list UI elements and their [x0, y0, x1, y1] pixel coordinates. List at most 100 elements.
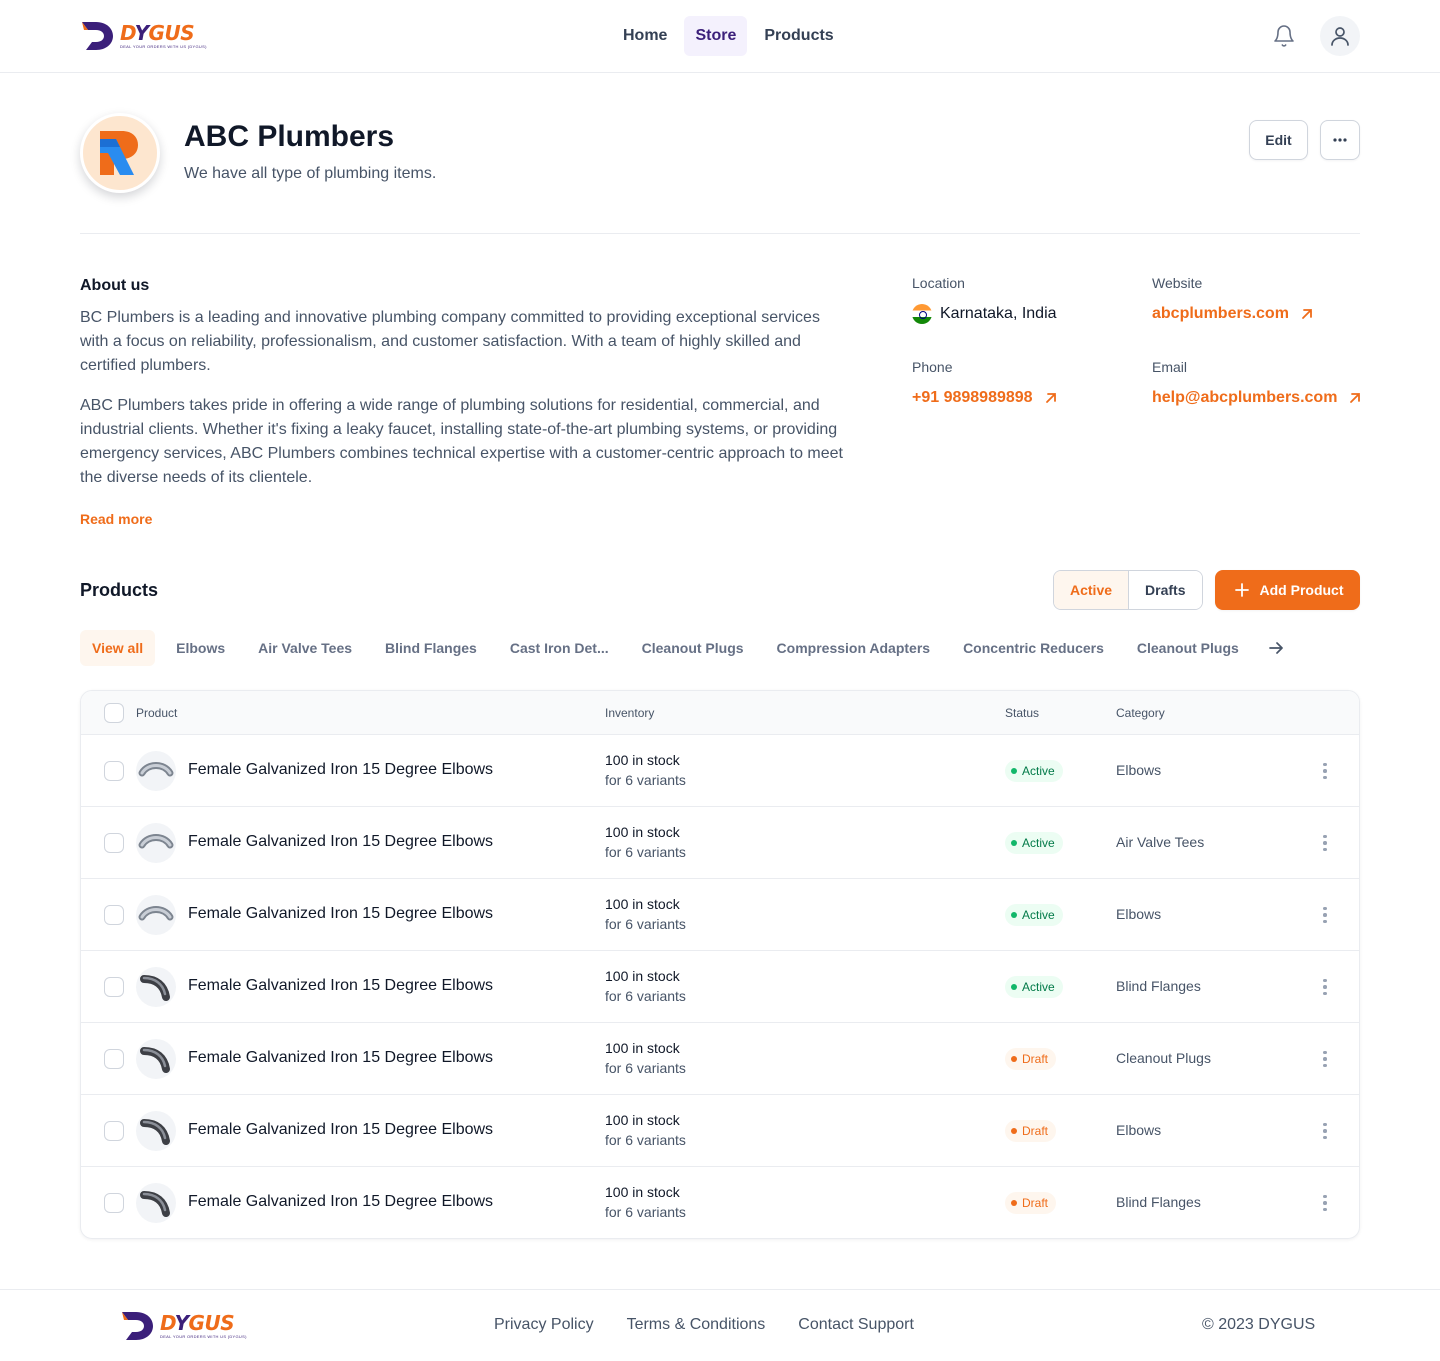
filter-cast-iron[interactable]: Cast Iron Det... — [498, 630, 621, 666]
inventory-stock: 100 in stock — [605, 752, 680, 768]
row-checkbox[interactable] — [104, 1121, 124, 1141]
nav-store[interactable]: Store — [684, 16, 748, 56]
add-product-label: Add Product — [1259, 582, 1344, 598]
location-value: Karnataka, India — [912, 304, 1057, 324]
contact-support-link[interactable]: Contact Support — [798, 1316, 914, 1334]
filter-blind-flanges[interactable]: Blind Flanges — [373, 630, 489, 666]
table-row[interactable]: Female Galvanized Iron 15 Degree Elbows 1… — [81, 807, 1359, 879]
nav-products[interactable]: Products — [753, 16, 844, 56]
website-link[interactable]: abcplumbers.com — [1152, 304, 1317, 324]
select-all-checkbox[interactable] — [104, 703, 124, 723]
privacy-policy-link[interactable]: Privacy Policy — [494, 1316, 594, 1334]
toggle-active[interactable]: Active — [1054, 571, 1130, 609]
category-cell: Elbows — [1116, 762, 1162, 778]
status-badge: Draft — [1005, 1192, 1057, 1214]
col-status: Status — [1005, 706, 1040, 720]
product-thumbnail — [136, 1039, 176, 1079]
toggle-drafts[interactable]: Drafts — [1129, 571, 1202, 609]
filter-elbows[interactable]: Elbows — [164, 630, 237, 666]
table-row[interactable]: Female Galvanized Iron 15 Degree Elbows 1… — [81, 879, 1359, 951]
col-product: Product — [136, 706, 178, 720]
bell-icon[interactable] — [1272, 24, 1296, 48]
read-more-link[interactable]: Read more — [80, 511, 152, 527]
user-avatar-button[interactable] — [1320, 16, 1360, 56]
phone-text: +91 9898989898 — [912, 389, 1033, 406]
external-link-icon — [1045, 393, 1056, 403]
inventory-stock: 100 in stock — [605, 1040, 680, 1056]
table-row[interactable]: Female Galvanized Iron 15 Degree Elbows 1… — [81, 1023, 1359, 1095]
table-row[interactable]: Female Galvanized Iron 15 Degree Elbows 1… — [81, 735, 1359, 807]
inventory-stock: 100 in stock — [605, 824, 680, 840]
footer-links: Privacy Policy Terms & Conditions Contac… — [494, 1316, 914, 1334]
product-name[interactable]: Female Galvanized Iron 15 Degree Elbows — [188, 977, 493, 995]
product-name[interactable]: Female Galvanized Iron 15 Degree Elbows — [188, 1049, 493, 1067]
store-logo-icon — [100, 131, 138, 175]
row-checkbox[interactable] — [104, 905, 124, 925]
filter-cleanout-plugs-2[interactable]: Cleanout Plugs — [1125, 630, 1251, 666]
inventory-stock: 100 in stock — [605, 1112, 680, 1128]
status-badge: Active — [1005, 976, 1063, 998]
filter-cleanout-plugs[interactable]: Cleanout Plugs — [630, 630, 756, 666]
footer-wordmark: DYGUS — [160, 1311, 235, 1335]
store-tagline: We have all type of plumbing items. — [184, 165, 437, 182]
add-product-button[interactable]: Add Product — [1215, 570, 1360, 610]
more-vertical-icon[interactable] — [1315, 977, 1335, 997]
phone-link[interactable]: +91 9898989898 — [912, 388, 1061, 408]
more-vertical-icon[interactable] — [1315, 1049, 1335, 1069]
inventory-variants: for 6 variants — [605, 1204, 686, 1220]
store-name: ABC Plumbers — [184, 120, 395, 153]
more-vertical-icon[interactable] — [1315, 833, 1335, 853]
product-name[interactable]: Female Galvanized Iron 15 Degree Elbows — [188, 905, 493, 923]
terms-link[interactable]: Terms & Conditions — [627, 1316, 766, 1334]
store-logo — [80, 113, 160, 193]
row-checkbox[interactable] — [104, 1049, 124, 1069]
table-header: Product Inventory Status Category — [81, 691, 1359, 735]
row-checkbox[interactable] — [104, 977, 124, 997]
about-paragraph-1: BC Plumbers is a leading and innovative … — [80, 309, 820, 374]
more-vertical-icon[interactable] — [1315, 1121, 1335, 1141]
filter-view-all[interactable]: View all — [80, 630, 156, 666]
brand-logo[interactable]: DYGUS DEAL YOUR ORDERS WITH US (DYGUS) — [80, 20, 207, 52]
table-row[interactable]: Female Galvanized Iron 15 Degree Elbows 1… — [81, 951, 1359, 1023]
product-name[interactable]: Female Galvanized Iron 15 Degree Elbows — [188, 1121, 493, 1139]
product-name[interactable]: Female Galvanized Iron 15 Degree Elbows — [188, 761, 493, 779]
more-options-button[interactable] — [1320, 120, 1360, 160]
filter-concentric-reducers[interactable]: Concentric Reducers — [951, 630, 1116, 666]
status-badge: Active — [1005, 904, 1063, 926]
product-thumbnail — [136, 1111, 176, 1151]
inventory-variants: for 6 variants — [605, 988, 686, 1004]
product-thumbnail — [136, 751, 176, 791]
filter-compression-adapters[interactable]: Compression Adapters — [765, 630, 943, 666]
product-name[interactable]: Female Galvanized Iron 15 Degree Elbows — [188, 833, 493, 851]
user-icon — [1331, 27, 1349, 46]
external-link-icon — [1302, 309, 1312, 319]
website-text: abcplumbers.com — [1152, 305, 1289, 322]
brand-mark-icon — [82, 22, 113, 50]
table-row[interactable]: Female Galvanized Iron 15 Degree Elbows 1… — [81, 1167, 1359, 1238]
more-vertical-icon[interactable] — [1315, 1193, 1335, 1213]
brand-tagline: DEAL YOUR ORDERS WITH US (DYGUS) — [120, 44, 207, 49]
email-link[interactable]: help@abcplumbers.com — [1152, 388, 1365, 408]
filter-air-valve-tees[interactable]: Air Valve Tees — [246, 630, 364, 666]
table-row[interactable]: Female Galvanized Iron 15 Degree Elbows 1… — [81, 1095, 1359, 1167]
col-category: Category — [1116, 706, 1165, 720]
brand-wordmark: DYGUS — [120, 21, 195, 45]
row-checkbox[interactable] — [104, 833, 124, 853]
more-vertical-icon[interactable] — [1315, 905, 1335, 925]
inventory-variants: for 6 variants — [605, 772, 686, 788]
footer-logo[interactable]: DYGUS DEAL YOUR ORDERS WITH US (DYGUS) — [120, 1310, 247, 1342]
table-body: Female Galvanized Iron 15 Degree Elbows 1… — [81, 735, 1359, 1238]
row-checkbox[interactable] — [104, 761, 124, 781]
products-title: Products — [80, 580, 159, 600]
row-checkbox[interactable] — [104, 1193, 124, 1213]
col-inventory: Inventory — [605, 706, 655, 720]
external-link-icon — [1350, 393, 1361, 403]
status-badge: Draft — [1005, 1120, 1057, 1142]
category-cell: Blind Flanges — [1116, 978, 1201, 994]
more-vertical-icon[interactable] — [1315, 761, 1335, 781]
edit-button[interactable]: Edit — [1249, 120, 1308, 160]
arrow-right-icon[interactable] — [1266, 638, 1286, 658]
nav-home[interactable]: Home — [612, 16, 678, 56]
inventory-variants: for 6 variants — [605, 844, 686, 860]
product-name[interactable]: Female Galvanized Iron 15 Degree Elbows — [188, 1193, 493, 1211]
